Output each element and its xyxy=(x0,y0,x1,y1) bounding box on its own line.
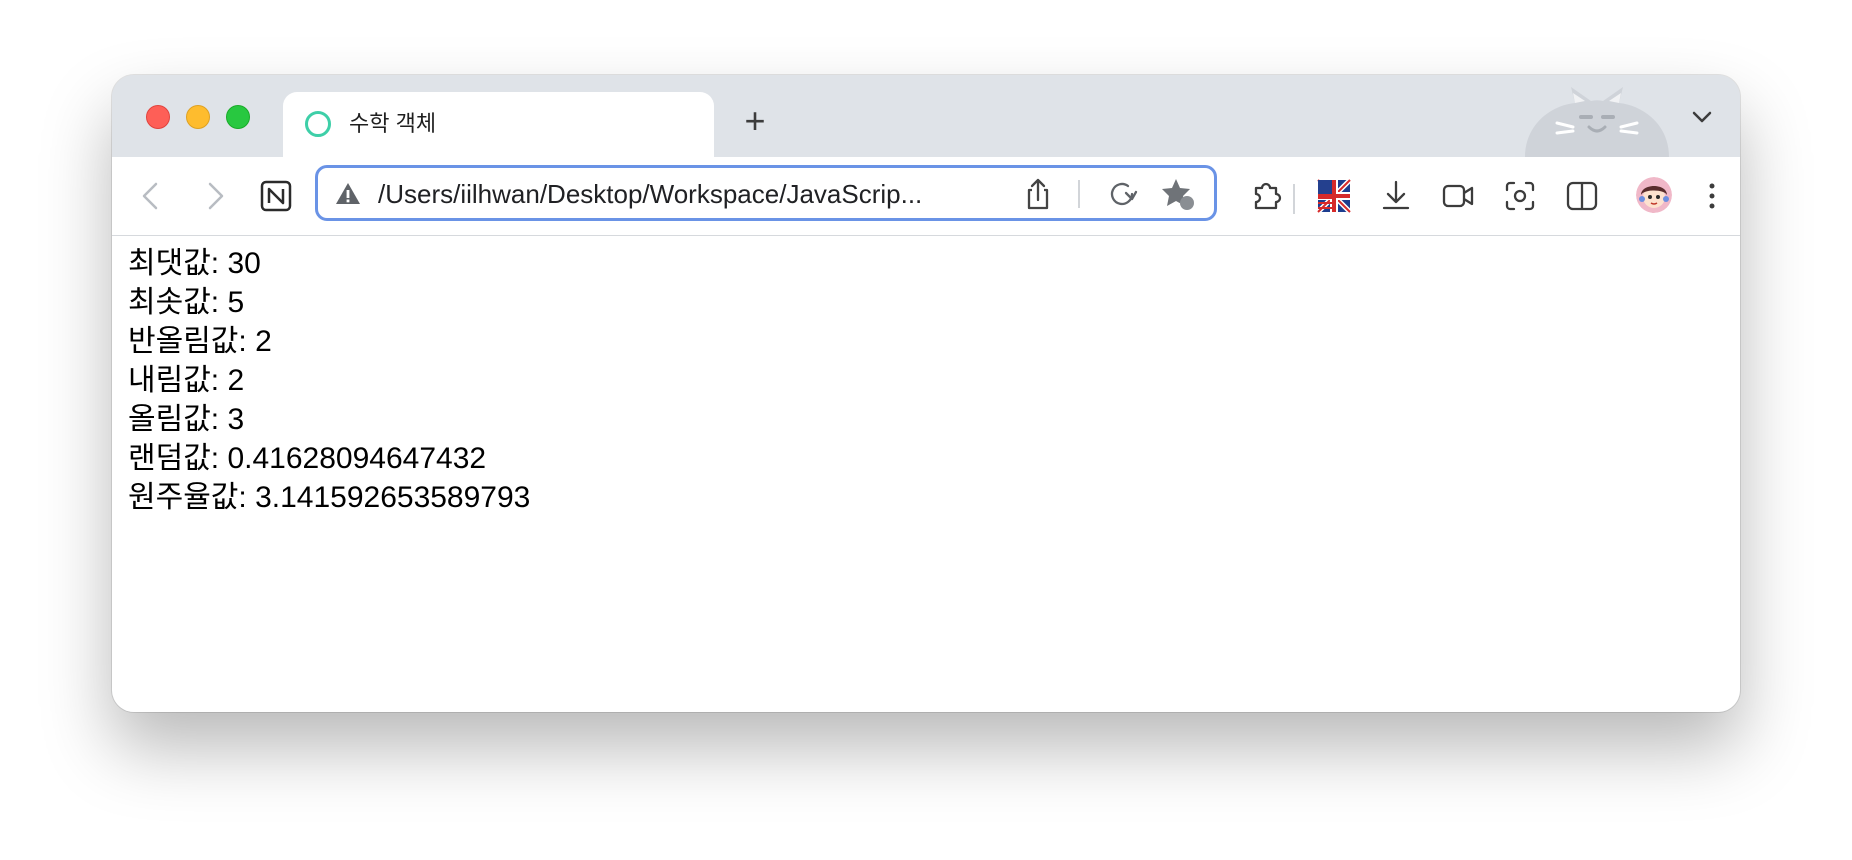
tab-active[interactable]: 수학 객체 xyxy=(283,92,714,157)
avatar-icon xyxy=(1636,177,1672,213)
random-value-line: 랜덤값: 0.41628094647432 xyxy=(128,442,487,475)
warning-icon[interactable] xyxy=(334,180,362,208)
ceil-value-line: 올림값: 3 xyxy=(128,403,245,436)
downloads-button[interactable] xyxy=(1374,174,1418,218)
page-content: 최댓값: 30 최솟값: 5 반올림값: 2 내림값: 2 올림값: 3 랜덤값… xyxy=(112,236,1740,712)
address-bar[interactable]: /Users/iilhwan/Desktop/Workspace/JavaScr… xyxy=(315,165,1217,221)
floor-value-line: 내림값: 2 xyxy=(128,364,245,397)
toolbar-divider xyxy=(1293,184,1295,214)
bookmark-star-icon[interactable] xyxy=(1158,174,1198,214)
url-text[interactable]: /Users/iilhwan/Desktop/Workspace/JavaScr… xyxy=(378,178,998,210)
max-value-line: 최댓값: 30 xyxy=(128,247,261,280)
reload-icon[interactable] xyxy=(1102,174,1142,214)
browser-menu-button[interactable] xyxy=(1690,174,1734,218)
side-panel-button[interactable] xyxy=(1560,174,1604,218)
tab-strip: 수학 객체 + xyxy=(112,75,1740,157)
video-camera-icon xyxy=(1442,184,1474,208)
share-icon[interactable] xyxy=(1018,174,1058,214)
close-window-button[interactable] xyxy=(146,105,170,129)
round-value-line: 반올림값: 2 xyxy=(128,325,272,358)
download-icon xyxy=(1382,180,1410,210)
cat-theme-icon xyxy=(1525,87,1669,157)
omnibox-divider xyxy=(1078,180,1080,208)
page-favicon-icon xyxy=(305,111,331,137)
new-tab-button[interactable]: + xyxy=(733,99,777,143)
more-vertical-icon xyxy=(1709,183,1715,209)
video-capture-button[interactable] xyxy=(1436,174,1480,218)
maximize-window-button[interactable] xyxy=(226,105,250,129)
puzzle-piece-icon xyxy=(1254,182,1282,210)
arrow-right-icon xyxy=(208,182,224,210)
forward-button[interactable] xyxy=(192,174,236,218)
split-view-icon xyxy=(1566,181,1598,211)
flag-icon xyxy=(1316,178,1352,214)
toolbar: /Users/iilhwan/Desktop/Workspace/JavaScr… xyxy=(112,157,1740,236)
arrow-left-icon xyxy=(142,182,158,210)
profile-avatar[interactable] xyxy=(1636,177,1672,213)
min-value-line: 최솟값: 5 xyxy=(128,286,245,319)
tab-title: 수학 객체 xyxy=(349,111,437,136)
pi-value-line: 원주율값: 3.141592653589793 xyxy=(128,481,531,514)
notion-extension-button[interactable] xyxy=(254,174,298,218)
screenshot-button[interactable] xyxy=(1498,174,1542,218)
chevron-down-icon[interactable] xyxy=(1684,99,1720,135)
back-button[interactable] xyxy=(130,174,174,218)
browser-window: 수학 객체 + /Users/iilhwan/Desktop/Workspace… xyxy=(112,75,1740,712)
screenshot-icon xyxy=(1505,181,1535,211)
translator-extension-button[interactable] xyxy=(1312,174,1356,218)
minimize-window-button[interactable] xyxy=(186,105,210,129)
notion-icon xyxy=(260,180,292,212)
output-list: 최댓값: 30 최솟값: 5 반올림값: 2 내림값: 2 올림값: 3 랜덤값… xyxy=(128,244,530,517)
extensions-button[interactable] xyxy=(1244,174,1288,218)
